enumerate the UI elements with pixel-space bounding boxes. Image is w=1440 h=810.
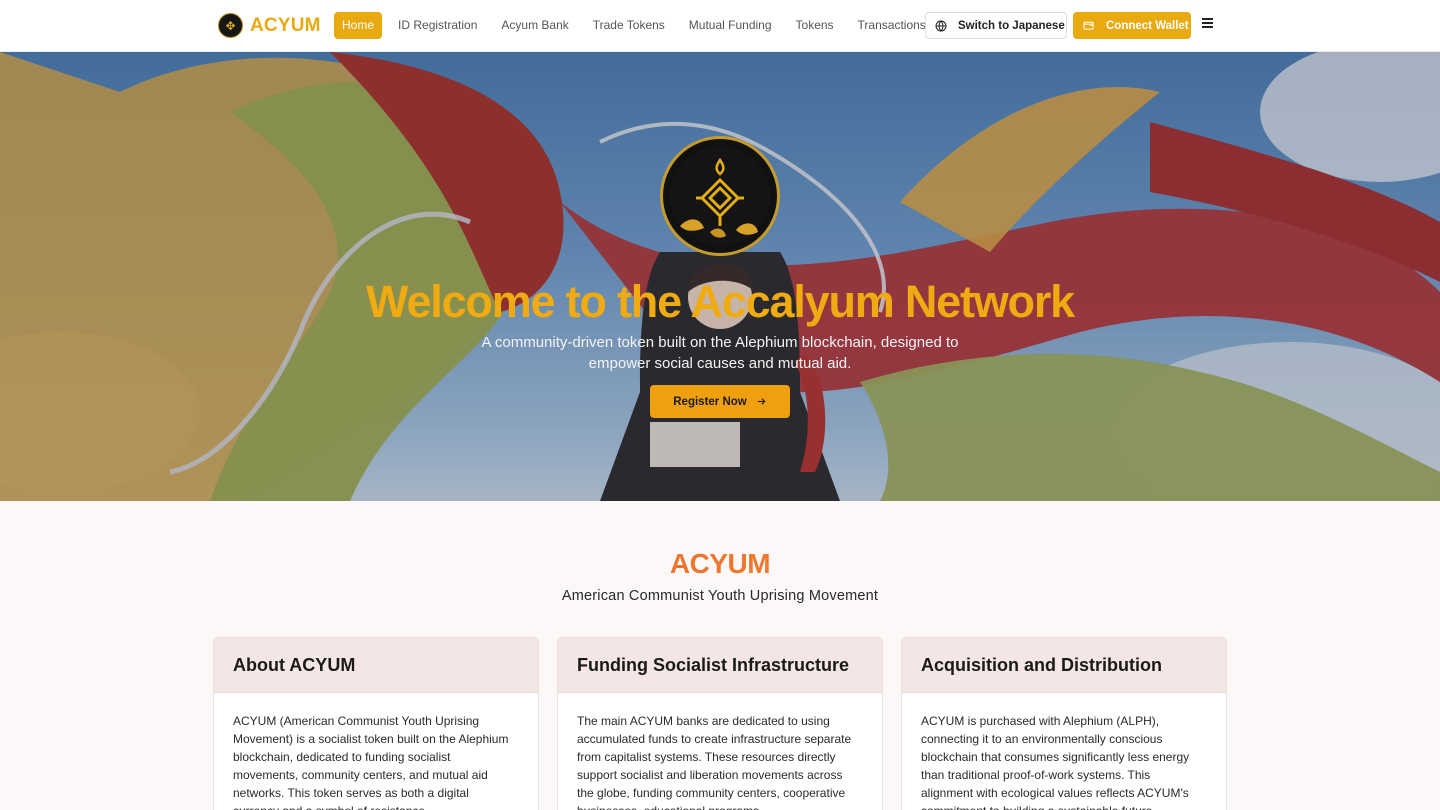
section-title: ACYUM: [0, 548, 1440, 580]
hero-banner: Welcome to the Accalyum Network A commun…: [0, 52, 1440, 501]
switch-language-button[interactable]: Switch to Japanese: [925, 12, 1067, 39]
brand-name: ACYUM: [250, 14, 321, 36]
connect-wallet-label: Connect Wallet: [1106, 19, 1189, 32]
hamburger-menu-icon[interactable]: [1202, 18, 1214, 32]
brand-home-link[interactable]: ✥ ACYUM: [218, 13, 321, 38]
top-navbar: ✥ ACYUM Home ID Registration Acyum Bank …: [0, 0, 1440, 52]
card-body: The main ACYUM banks are dedicated to us…: [577, 714, 852, 810]
acyum-emblem-large-icon: [660, 136, 780, 256]
section-subtitle: American Communist Youth Uprising Moveme…: [561, 588, 879, 604]
card-about-acyum: About ACYUM ACYUM (American Communist Yo…: [213, 637, 539, 810]
nav-link-mutual-funding[interactable]: Mutual Funding: [681, 12, 780, 39]
nav-link-home[interactable]: Home: [334, 12, 383, 39]
hero-subtitle: A community-driven token built on the Al…: [481, 334, 959, 372]
card-body: ACYUM is purchased with Alephium (ALPH),…: [921, 714, 1190, 810]
nav-link-tokens[interactable]: Tokens: [788, 12, 842, 39]
nav-link-acyum-bank[interactable]: Acyum Bank: [493, 12, 576, 39]
card-body: ACYUM (American Communist Youth Uprising…: [233, 714, 509, 810]
arrow-right-icon: [757, 398, 766, 405]
wallet-icon: [1083, 21, 1094, 30]
switch-language-label: Switch to Japanese: [958, 19, 1065, 32]
card-title: About ACYUM: [214, 638, 538, 693]
card-title: Funding Socialist Infrastructure: [558, 638, 882, 693]
connect-wallet-button[interactable]: Connect Wallet: [1073, 12, 1191, 39]
card-funding-socialist-infrastructure: Funding Socialist Infrastructure The mai…: [557, 637, 883, 810]
hero-title: Welcome to the Accalyum Network: [365, 276, 1075, 327]
acyum-emblem-icon: ✥: [218, 13, 243, 38]
globe-icon: [935, 19, 947, 32]
card-title: Acquisition and Distribution: [902, 638, 1226, 693]
register-now-button[interactable]: Register Now: [650, 385, 790, 418]
nav-link-transactions[interactable]: Transactions: [850, 12, 934, 39]
card-acquisition-distribution: Acquisition and Distribution ACYUM is pu…: [901, 637, 1227, 810]
register-now-label: Register Now: [673, 395, 747, 408]
nav-link-trade-tokens[interactable]: Trade Tokens: [585, 12, 673, 39]
nav-link-id-registration[interactable]: ID Registration: [390, 12, 485, 39]
nav-links: Home ID Registration Acyum Bank Trade To…: [334, 12, 942, 39]
